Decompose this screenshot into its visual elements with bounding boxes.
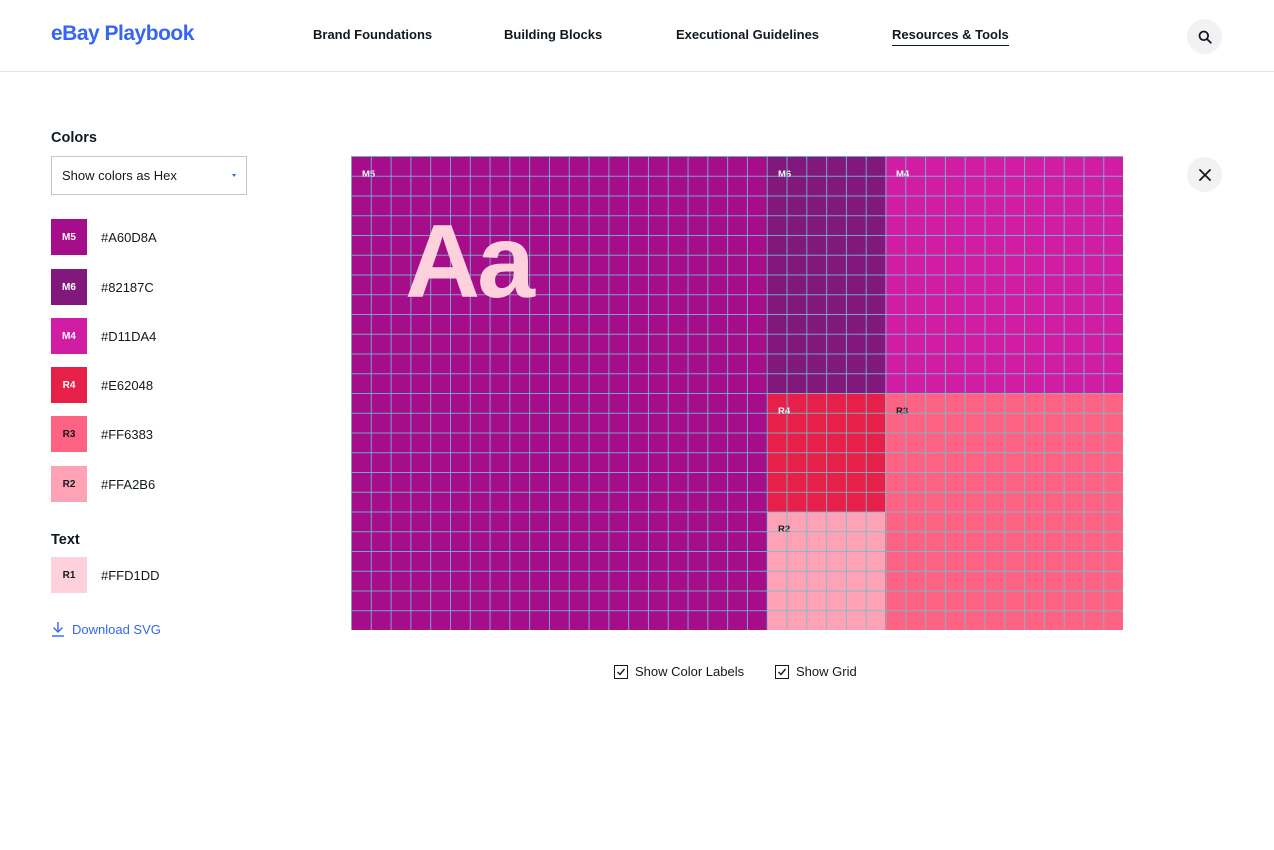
search-icon: [1198, 30, 1212, 44]
swatch-chip-m4: M4: [51, 318, 87, 354]
checkbox-checked-icon: [614, 664, 628, 679]
swatch-row-r2: R2 #FFA2B6: [51, 466, 155, 502]
show-grid-label: Show Grid: [796, 664, 857, 679]
swatch-hex-r2: #FFA2B6: [101, 476, 156, 492]
search-button[interactable]: [1187, 19, 1222, 54]
swatch-chip-r4: R4: [51, 367, 87, 403]
download-svg-link[interactable]: Download SVG: [51, 621, 161, 637]
swatch-hex-m6: #82187C: [101, 279, 154, 295]
logo[interactable]: eBay Playbook: [51, 22, 194, 46]
block-r3: [885, 393, 1123, 630]
swatch-chip-r2: R2: [51, 466, 87, 502]
swatch-row-r4: R4 #E62048: [51, 367, 153, 403]
nav-executional-guidelines[interactable]: Executional Guidelines: [676, 27, 819, 42]
block-label-r2: R2: [778, 524, 791, 535]
block-m4: [885, 156, 1123, 393]
download-icon: [52, 622, 64, 637]
swatch-hex-m5: #A60D8A: [101, 229, 157, 245]
show-grid-checkbox[interactable]: Show Grid: [775, 664, 857, 679]
color-format-value: Show colors as Hex: [62, 168, 177, 183]
text-title: Text: [51, 532, 80, 548]
color-format-select[interactable]: Show colors as Hex: [51, 156, 247, 195]
block-label-r3: R3: [896, 406, 909, 417]
swatch-chip-m6: M6: [51, 269, 87, 305]
show-color-labels-label: Show Color Labels: [635, 664, 745, 679]
swatch-hex-r4: #E62048: [101, 377, 154, 393]
chevron-down-icon: [232, 174, 236, 177]
block-label-m5: M5: [362, 169, 376, 180]
nav-brand-foundations[interactable]: Brand Foundations: [313, 27, 432, 42]
swatch-row-m4: M4 #D11DA4: [51, 318, 156, 354]
close-icon: [1198, 168, 1211, 181]
swatch-row-r3: R3 #FF6383: [51, 416, 153, 452]
show-color-labels-checkbox[interactable]: Show Color Labels: [614, 664, 744, 679]
site-header: eBay Playbook Brand Foundations Building…: [0, 0, 1274, 72]
close-button[interactable]: [1187, 157, 1222, 192]
text-swatch-row: R1 #FFD1DD: [51, 557, 160, 593]
block-m6: [767, 156, 885, 393]
swatch-row-m5: M5 #A60D8A: [51, 219, 157, 255]
block-label-r4: R4: [778, 406, 791, 417]
swatch-hex-r3: #FF6383: [101, 426, 154, 442]
swatch-hex-r1: #FFD1DD: [101, 567, 160, 583]
download-svg-label: Download SVG: [72, 621, 161, 637]
swatch-chip-m5: M5: [51, 219, 87, 255]
block-label-m6: M6: [778, 169, 792, 180]
swatch-chip-r3: R3: [51, 416, 87, 452]
block-label-m4: M4: [896, 169, 910, 180]
type-sample: Aa: [405, 204, 535, 320]
checkbox-checked-icon: [775, 664, 789, 679]
swatch-hex-m4: #D11DA4: [101, 328, 157, 344]
nav-building-blocks[interactable]: Building Blocks: [504, 27, 602, 42]
colors-title: Colors: [51, 130, 97, 146]
swatch-row-m6: M6 #82187C: [51, 269, 154, 305]
swatch-chip-r1: R1: [51, 557, 87, 593]
nav-resources-tools[interactable]: Resources & Tools: [892, 27, 1009, 46]
